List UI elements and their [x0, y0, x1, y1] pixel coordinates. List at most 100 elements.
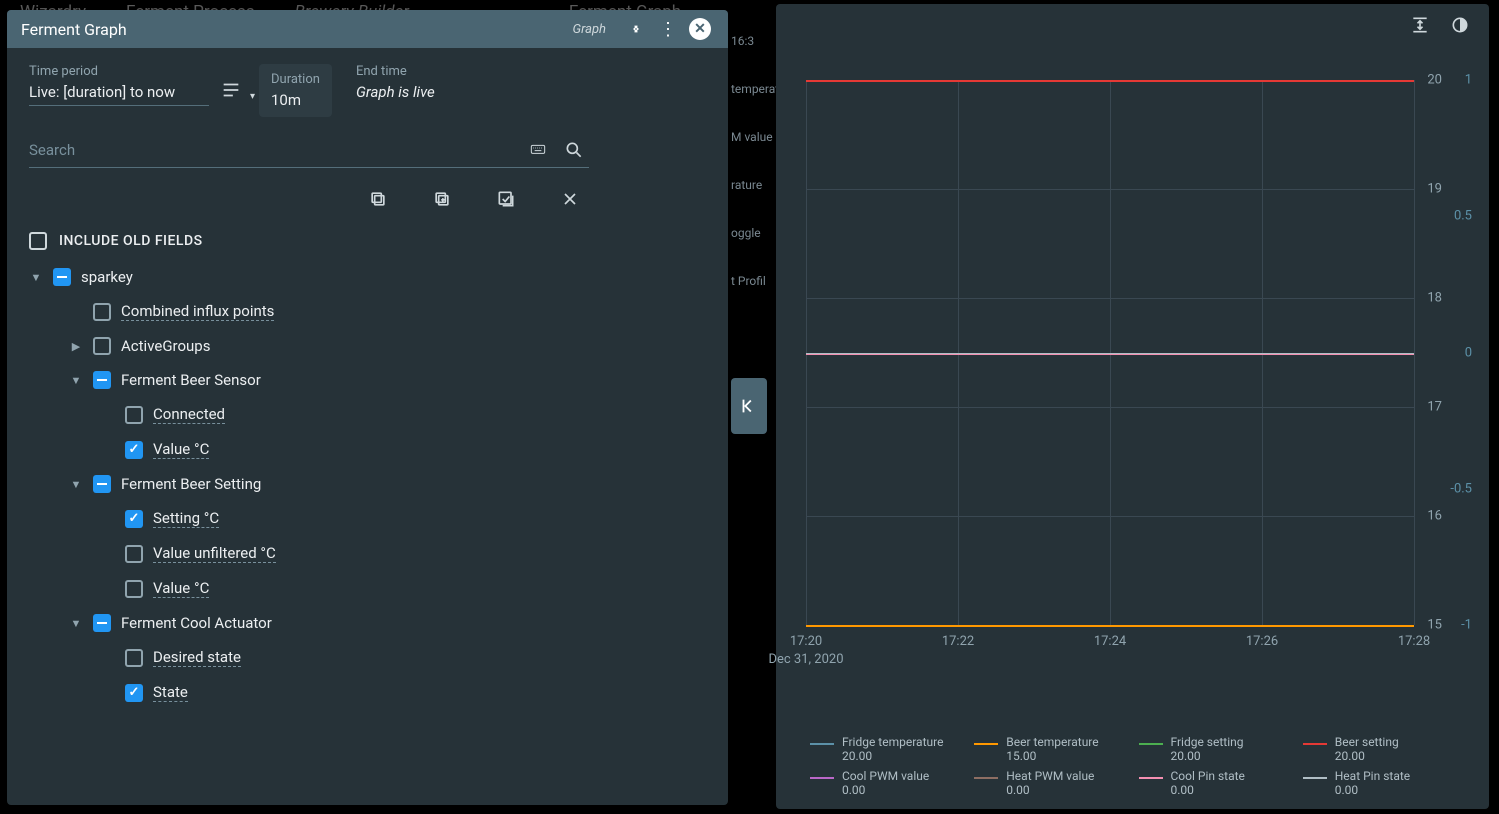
end-time-field: End time Graph is live: [356, 64, 435, 105]
legend-name: Cool Pin state: [1171, 769, 1245, 783]
legend-item[interactable]: Fridge setting20.00: [1139, 735, 1291, 763]
series-line: [806, 625, 1414, 627]
graph-panel: 151617181920-1-0.500.5117:20Dec 31, 2020…: [776, 4, 1489, 809]
chart[interactable]: 151617181920-1-0.500.5117:20Dec 31, 2020…: [776, 46, 1489, 735]
y1-tick-label: 18: [1427, 291, 1442, 306]
time-period-preset-icon[interactable]: [215, 74, 247, 106]
legend-name: Fridge temperature: [842, 735, 943, 749]
tree-item[interactable]: Value unfiltered °C: [29, 536, 706, 571]
collapse-icon[interactable]: [622, 15, 650, 43]
collapse-sidebar-button[interactable]: [731, 378, 767, 434]
tree-item[interactable]: ▼Ferment Cool Actuator: [29, 606, 706, 640]
caret-icon[interactable]: ▼: [69, 617, 83, 630]
tree-item[interactable]: ▼ Ferment Beer Setting: [29, 467, 706, 501]
close-icon[interactable]: ✕: [686, 15, 714, 43]
legend-swatch: [1139, 777, 1163, 779]
tree-checkbox[interactable]: [53, 268, 71, 286]
tree-checkbox[interactable]: [125, 684, 143, 702]
tree-checkbox[interactable]: [93, 371, 111, 389]
legend-item[interactable]: Beer setting20.00: [1303, 735, 1455, 763]
theme-icon[interactable]: [1449, 14, 1471, 36]
tree-item[interactable]: Desired state: [29, 640, 706, 675]
tree-checkbox[interactable]: [93, 303, 111, 321]
tree-item-label: Value unfiltered °C: [153, 544, 276, 563]
legend-item[interactable]: Cool Pin state0.00: [1139, 769, 1291, 797]
time-period-field[interactable]: Time period Live: [duration] to now: [29, 64, 209, 106]
tree-checkbox[interactable]: [125, 441, 143, 459]
tree-checkbox[interactable]: [125, 649, 143, 667]
tree-item-label: Value °C: [153, 579, 209, 598]
copy-icon[interactable]: [365, 186, 391, 212]
tree-item-label: Value °C: [153, 440, 209, 459]
caret-icon[interactable]: ▼: [69, 478, 83, 491]
search-input[interactable]: [29, 141, 517, 159]
duration-field[interactable]: Duration 10m: [259, 64, 332, 117]
clear-icon[interactable]: [557, 186, 583, 212]
legend-item[interactable]: Beer temperature15.00: [974, 735, 1126, 763]
tree-item[interactable]: State: [29, 675, 706, 710]
legend-name: Beer setting: [1335, 735, 1399, 749]
x-tick-label: 17:24: [1094, 634, 1126, 649]
legend-item[interactable]: Heat Pin state0.00: [1303, 769, 1455, 797]
tree-item-label: Desired state: [153, 648, 241, 667]
legend-swatch: [1303, 743, 1327, 745]
legend-value: 0.00: [1171, 783, 1245, 797]
menu-icon[interactable]: ⋮: [654, 15, 682, 43]
keyboard-icon[interactable]: [523, 139, 553, 161]
legend-swatch: [810, 777, 834, 779]
select-all-icon[interactable]: [493, 186, 519, 212]
legend-value: 0.00: [1006, 783, 1094, 797]
tree-checkbox[interactable]: [93, 475, 111, 493]
tree-checkbox[interactable]: [125, 510, 143, 528]
tree-checkbox[interactable]: [125, 406, 143, 424]
y2-tick-label: 0: [1465, 345, 1472, 360]
copy-add-icon[interactable]: [429, 186, 455, 212]
dialog-title: Ferment Graph: [21, 20, 573, 39]
tree-checkbox[interactable]: [125, 580, 143, 598]
y1-tick-label: 16: [1427, 509, 1442, 524]
legend-swatch: [974, 743, 998, 745]
y2-tick-label: -0.5: [1450, 481, 1472, 496]
legend-value: 20.00: [1171, 749, 1244, 763]
y1-tick-label: 15: [1427, 618, 1442, 633]
tree-root[interactable]: ▼ sparkey: [29, 260, 706, 294]
tree-item[interactable]: Value °C: [29, 432, 706, 467]
tree-checkbox[interactable]: [125, 545, 143, 563]
vertical-stretch-icon[interactable]: [1409, 14, 1431, 36]
caret-icon[interactable]: ▶: [69, 340, 83, 353]
tree-item[interactable]: Value °C: [29, 571, 706, 606]
y2-tick-label: -1: [1461, 618, 1472, 633]
legend-value: 0.00: [842, 783, 929, 797]
legend-swatch: [1139, 743, 1163, 745]
legend-item[interactable]: Heat PWM value0.00: [974, 769, 1126, 797]
legend-item[interactable]: Fridge temperature20.00: [810, 735, 962, 763]
tree-item-label: ActiveGroups: [121, 337, 210, 355]
legend-name: Fridge setting: [1171, 735, 1244, 749]
legend-value: 20.00: [842, 749, 943, 763]
include-old-row[interactable]: INCLUDE OLD FIELDS: [29, 226, 706, 260]
include-old-checkbox[interactable]: [29, 232, 47, 250]
ferment-graph-dialog: Ferment Graph Graph ⋮ ✕ Time period Live…: [7, 10, 728, 805]
tree-item[interactable]: Combined influx points: [29, 294, 706, 329]
caret-icon[interactable]: ▼: [69, 374, 83, 387]
tree-item[interactable]: ▶ ActiveGroups: [29, 329, 706, 363]
legend-item[interactable]: Cool PWM value0.00: [810, 769, 962, 797]
series-line: [806, 353, 1414, 354]
y2-tick-label: 0.5: [1454, 209, 1472, 224]
y1-tick-label: 19: [1427, 182, 1442, 197]
search-icon[interactable]: [559, 139, 589, 161]
tree-toolbar: [29, 182, 589, 226]
tree-item[interactable]: Connected: [29, 397, 706, 432]
tree-checkbox[interactable]: [93, 614, 111, 632]
x-date-label: Dec 31, 2020: [768, 652, 843, 667]
legend-value: 0.00: [1335, 783, 1410, 797]
legend-value: 20.00: [1335, 749, 1399, 763]
tree-item[interactable]: ▼Ferment Beer Sensor: [29, 363, 706, 397]
legend-name: Heat Pin state: [1335, 769, 1410, 783]
tree-item[interactable]: Setting °C: [29, 501, 706, 536]
tree-checkbox[interactable]: [93, 337, 111, 355]
legend-swatch: [810, 743, 834, 745]
tree-item-label: State: [153, 683, 188, 702]
legend-swatch: [974, 777, 998, 779]
tree-item-label: Ferment Beer Setting: [121, 475, 261, 493]
